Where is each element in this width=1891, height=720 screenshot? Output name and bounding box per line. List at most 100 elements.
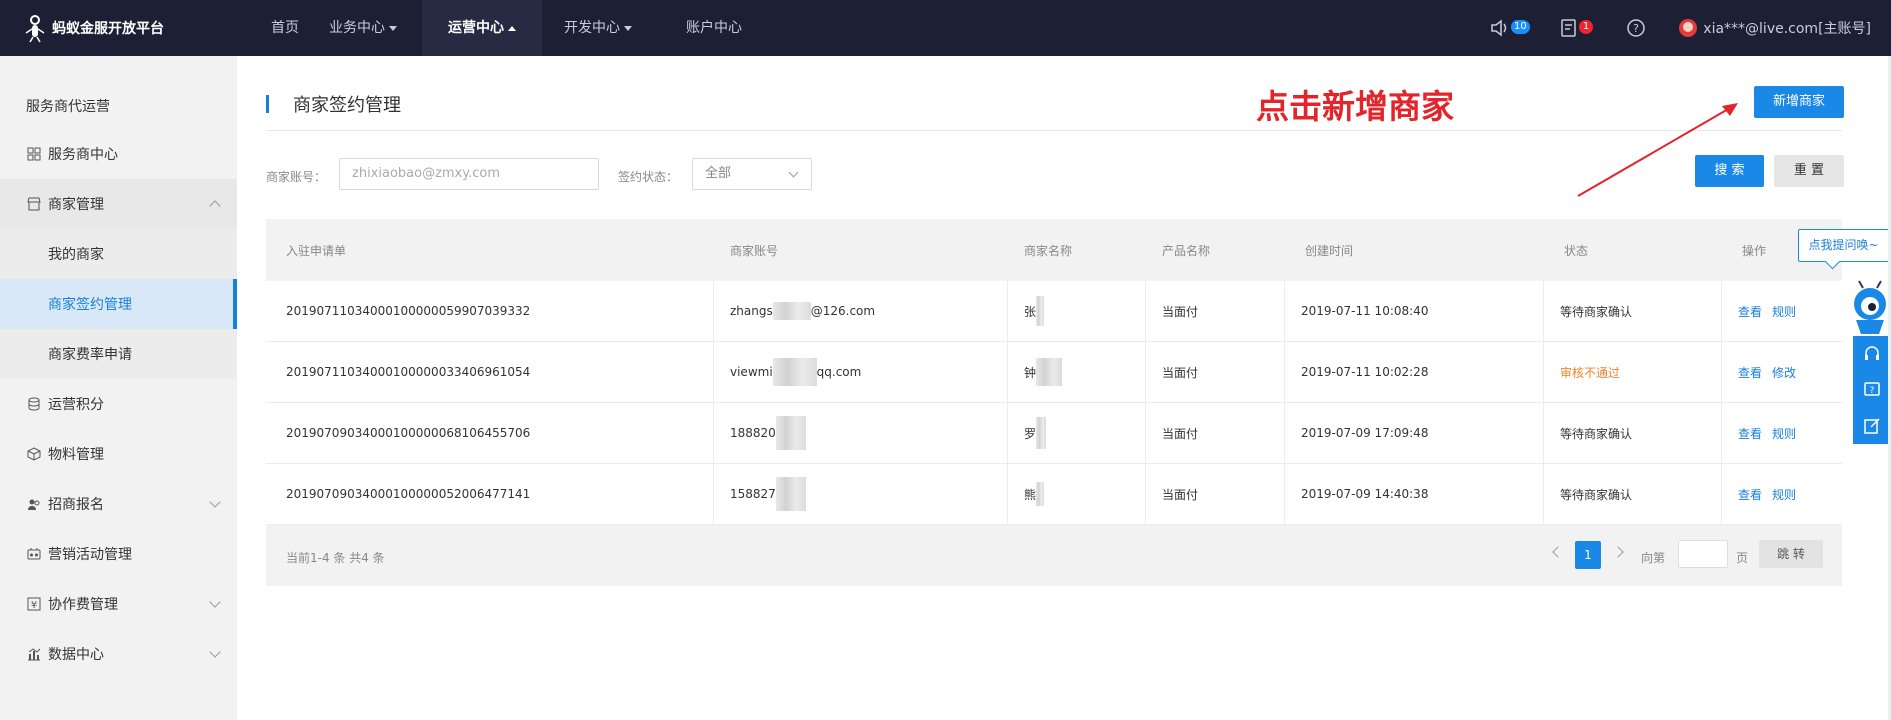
view-link[interactable]: 查看 [1738, 303, 1762, 320]
cell-actions: 查看 规则 [1722, 403, 1842, 463]
svg-text:?: ? [1633, 22, 1639, 35]
ant-logo-icon [25, 15, 45, 43]
rule-link[interactable]: 规则 [1772, 425, 1796, 442]
cell-created: 2019-07-11 10:08:40 [1285, 281, 1544, 341]
name-text: 熊 [1024, 487, 1037, 502]
sidebar-item-label: 营销活动管理 [48, 547, 132, 563]
sidebar-item-marketing[interactable]: 营销活动管理 [0, 529, 237, 579]
sidebar-item-data-center[interactable]: 数据中心 [0, 629, 237, 679]
notice-button[interactable]: 10 [1490, 14, 1530, 42]
sidebar-item-label: 商家费率申请 [48, 347, 132, 363]
rule-link[interactable]: 规则 [1772, 486, 1796, 503]
nav-business-center[interactable]: 业务中心 [305, 0, 421, 56]
account-text: @126.com [810, 304, 876, 318]
page-title-text: 商家签约管理 [293, 95, 401, 116]
redacted-block [1036, 358, 1063, 386]
redacted-block [1036, 296, 1045, 326]
annotation-arrow [1577, 103, 1738, 197]
database-icon [26, 396, 42, 412]
table-footer: 当前1-4 条 共4 条 1 向第 页 跳 转 [266, 525, 1842, 586]
sidebar-item-service-center[interactable]: 服务商中心 [0, 129, 237, 179]
mascot-icon[interactable] [1849, 280, 1891, 340]
todo-count-badge: 1 [1579, 20, 1593, 34]
nav-business-center-label: 业务中心 [329, 20, 385, 36]
help-icon: ? [1627, 19, 1645, 37]
cell-application-id: 2019071103400010000005990703933​2 [266, 281, 714, 341]
view-link[interactable]: 查看 [1738, 425, 1762, 442]
caret-down-icon [389, 25, 397, 31]
pagination-summary: 当前1-4 条 共4 条 [286, 551, 385, 565]
sidebar-item-operation-points[interactable]: 运营积分 [0, 379, 237, 429]
page-jump-input[interactable] [1678, 540, 1728, 568]
col-application: 入驻申请单 [286, 243, 347, 258]
rule-link[interactable]: 规则 [1772, 303, 1796, 320]
col-created: 创建时间 [1305, 243, 1354, 258]
page-number-button[interactable]: 1 [1575, 541, 1601, 569]
redacted-block [775, 477, 806, 511]
page-unit-label: 页 [1736, 551, 1749, 565]
brand-logo[interactable]: 蚂蚁金服开放平台 [24, 0, 164, 56]
nav-dev-center[interactable]: 开发中心 [540, 0, 656, 56]
sidebar-item-label: 数据中心 [48, 647, 104, 663]
help-button[interactable]: ? [1626, 14, 1646, 42]
edit-icon[interactable] [1853, 408, 1891, 444]
headset-icon[interactable] [1853, 336, 1891, 372]
add-merchant-button[interactable]: 新增商家 [1754, 86, 1844, 118]
yuan-icon: ¥ [26, 596, 42, 612]
sidebar-item-collab-fee[interactable]: ¥ 协作费管理 [0, 579, 237, 629]
view-link[interactable]: 查看 [1738, 486, 1762, 503]
cell-product: 当面付 [1146, 464, 1285, 524]
cell-product: 当面付 [1146, 403, 1285, 463]
cell-application-id: 2019070903400010000006810645570​6 [266, 403, 714, 463]
notice-count-badge: 10 [1511, 20, 1530, 34]
box-icon [26, 446, 42, 462]
merchant-signing-table: 入驻申请单 商家账号 商家名称 产品名称 创建时间 状态 操作 20190711… [266, 219, 1842, 586]
table-row: 2019070903400010000006810645570​6 188820… [266, 403, 1842, 464]
nav-account-center[interactable]: 账户中心 [666, 0, 762, 56]
col-actions: 操作 [1742, 243, 1767, 258]
sidebar-item-label: 运营积分 [48, 397, 104, 413]
sidebar-item-merchant-signing[interactable]: 商家签约管理 [0, 279, 237, 329]
cell-application-id: 2019071103400010000003340696105​4 [266, 342, 714, 402]
cell-status: 等待商家确认 [1544, 464, 1722, 524]
edit-link[interactable]: 修改 [1772, 364, 1796, 381]
chevron-down-icon [788, 167, 799, 178]
sidebar-item-label: 我的商家 [48, 247, 104, 263]
help-bubble[interactable]: 点我提问唤~ [1798, 229, 1889, 262]
reset-button[interactable]: 重 置 [1774, 155, 1844, 187]
chevron-down-icon [209, 496, 221, 508]
chevron-down-icon [209, 596, 221, 608]
sidebar-item-my-merchants[interactable]: 我的商家 [0, 229, 237, 279]
instruction-annotation: 点击新增商家 [1256, 87, 1454, 126]
sidebar-item-merchant-management[interactable]: 商家管理 [0, 179, 237, 229]
name-text: 罗 [1024, 426, 1037, 441]
sidebar-item-label: 物料管理 [48, 447, 104, 463]
account-text: 188820 [730, 426, 776, 440]
cell-created: 2019-07-09 14:40:38 [1285, 464, 1544, 524]
cell-application-id: 2019070903400010000005200647714​1 [266, 464, 714, 524]
cell-name: 罗 [1008, 403, 1146, 463]
chevron-up-icon [209, 200, 221, 212]
account-menu[interactable]: xia***@live.com[主账号] [1679, 0, 1871, 56]
view-link[interactable]: 查看 [1738, 364, 1762, 381]
nav-operation-center-label: 运营中心 [448, 20, 504, 36]
nav-operation-center[interactable]: 运营中心 [422, 0, 542, 56]
sidebar-item-materials[interactable]: 物料管理 [0, 429, 237, 479]
redacted-block [775, 416, 806, 450]
sign-status-select[interactable]: 全部 [692, 158, 812, 190]
cell-created: 2019-07-11 10:02:28 [1285, 342, 1544, 402]
sidebar-item-rate-application[interactable]: 商家费率申请 [0, 329, 237, 379]
table-header: 入驻申请单 商家账号 商家名称 产品名称 创建时间 状态 操作 [266, 219, 1842, 281]
search-button[interactable]: 搜 索 [1695, 155, 1764, 187]
chevron-left-icon[interactable] [1552, 546, 1564, 558]
account-text: 158827 [730, 487, 776, 501]
merchant-account-input[interactable]: zhixiaobao@zmxy.com [339, 158, 599, 190]
col-status: 状态 [1564, 243, 1589, 258]
goto-label: 向第 [1641, 551, 1666, 565]
floating-toolbar: ? [1853, 336, 1891, 444]
todo-button[interactable]: 1 [1560, 14, 1593, 42]
question-icon[interactable]: ? [1853, 372, 1891, 408]
chevron-right-icon[interactable] [1612, 546, 1624, 558]
sidebar-item-recruitment[interactable]: 招商报名 [0, 479, 237, 529]
jump-button[interactable]: 跳 转 [1759, 540, 1823, 568]
